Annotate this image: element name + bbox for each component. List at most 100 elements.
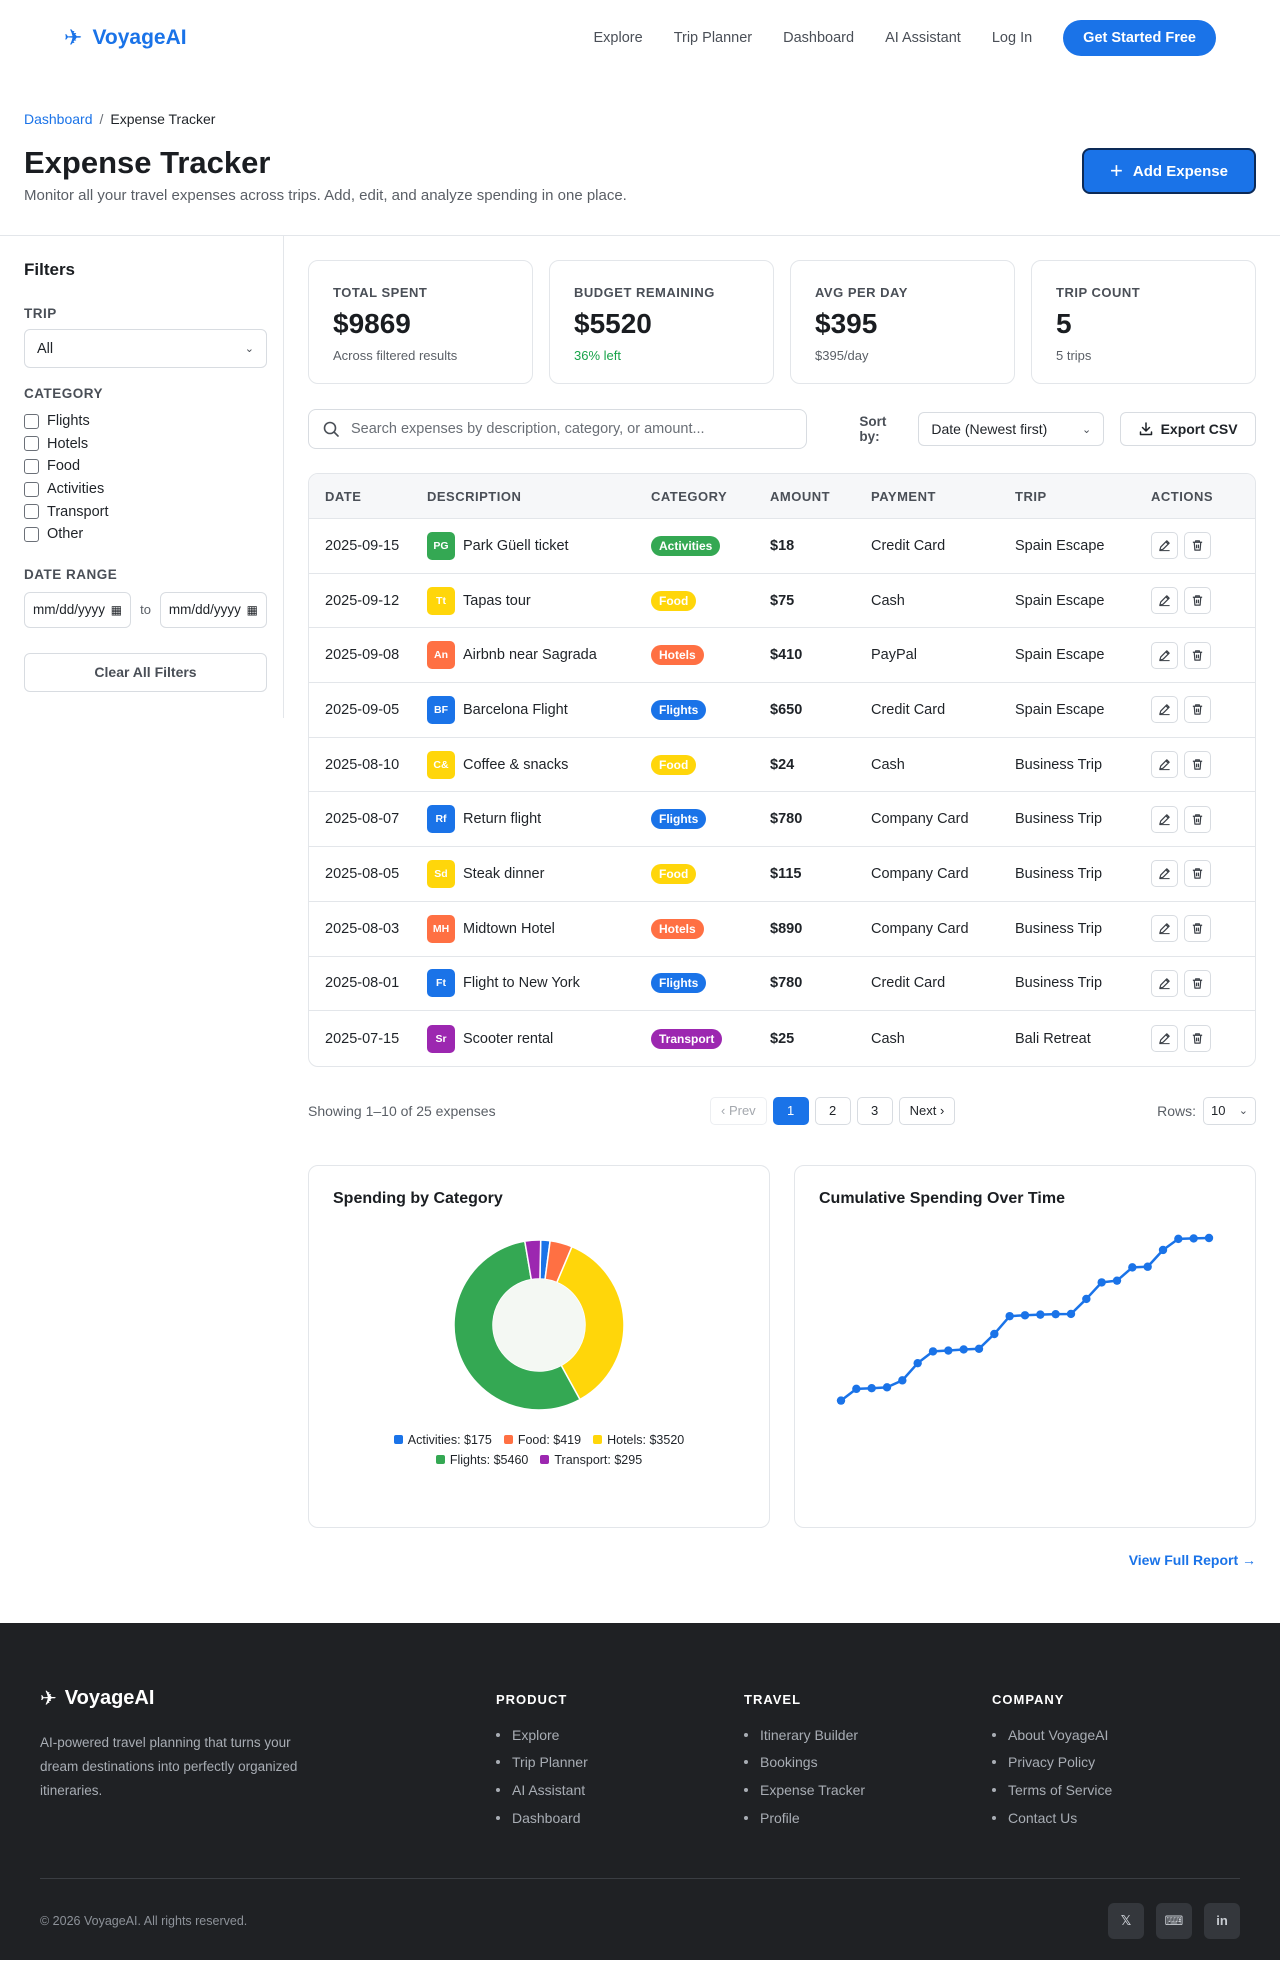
checkbox-box[interactable]	[24, 504, 39, 520]
line-point[interactable]	[1112, 1276, 1122, 1285]
legend-item-food[interactable]: Food: $419	[503, 1433, 581, 1447]
footer-link[interactable]: Contact Us	[1008, 1804, 1240, 1832]
line-point[interactable]	[836, 1396, 846, 1405]
trash-icon[interactable]	[1184, 696, 1211, 724]
line-point[interactable]	[959, 1345, 968, 1354]
checkbox-box[interactable]	[24, 413, 39, 429]
line-point[interactable]	[882, 1382, 892, 1392]
footer-link[interactable]: Dashboard	[512, 1804, 744, 1832]
line-point[interactable]	[1036, 1310, 1045, 1319]
page-button-3[interactable]: 3	[856, 1096, 893, 1125]
checkbox-box[interactable]	[24, 526, 39, 542]
next-page-button[interactable]: Next ›	[898, 1096, 956, 1125]
nav-link-explore[interactable]: Explore	[594, 30, 643, 46]
checkbox-box[interactable]	[24, 458, 39, 474]
edit-icon[interactable]	[1151, 969, 1178, 997]
trash-icon[interactable]	[1184, 532, 1211, 560]
line-point[interactable]	[1005, 1311, 1014, 1321]
search-input[interactable]: Search expenses by description, category…	[308, 409, 808, 449]
trash-icon[interactable]	[1184, 915, 1211, 943]
line-point[interactable]	[1066, 1309, 1076, 1319]
line-point[interactable]	[1158, 1245, 1168, 1255]
legend-item-transport[interactable]: Transport: $295	[540, 1453, 642, 1467]
category-checkbox-flights[interactable]: Flights	[24, 410, 267, 433]
trip-select[interactable]: All ⌄	[24, 329, 267, 368]
clear-filters-button[interactable]: Clear All Filters	[24, 652, 267, 692]
col-amount[interactable]: AMOUNT	[770, 489, 871, 504]
legend-item-flights[interactable]: Flights: $5460	[435, 1453, 528, 1467]
line-point[interactable]	[913, 1358, 922, 1368]
line-point[interactable]	[990, 1329, 999, 1339]
footer-link[interactable]: Expense Tracker	[760, 1776, 992, 1804]
breadcrumb-dashboard-link[interactable]: Dashboard	[24, 111, 93, 127]
add-expense-button[interactable]: + Add Expense	[1082, 148, 1256, 194]
legend-item-activities[interactable]: Activities: $175	[393, 1433, 492, 1447]
line-point[interactable]	[898, 1376, 907, 1385]
x-social-icon[interactable]: 𝕏	[1108, 1902, 1144, 1939]
edit-icon[interactable]	[1151, 532, 1178, 560]
linkedin-social-icon[interactable]: in	[1204, 1902, 1240, 1939]
export-csv-button[interactable]: Export CSV	[1120, 412, 1256, 446]
category-checkbox-hotels[interactable]: Hotels	[24, 433, 267, 456]
line-point[interactable]	[1097, 1278, 1106, 1287]
date-from-input[interactable]: mm/dd/yyyy ▦	[24, 591, 132, 628]
line-point[interactable]	[1020, 1310, 1030, 1320]
edit-icon[interactable]	[1151, 1025, 1178, 1053]
edit-icon[interactable]	[1151, 915, 1178, 943]
line-point[interactable]	[852, 1384, 861, 1393]
trash-icon[interactable]	[1184, 751, 1211, 779]
legend-item-hotels[interactable]: Hotels: $3520	[593, 1433, 684, 1447]
footer-link[interactable]: Trip Planner	[512, 1749, 744, 1777]
col-description[interactable]: DESCRIPTION	[427, 489, 651, 504]
brand-logo[interactable]: ✈ VoyageAI	[64, 25, 187, 51]
trash-icon[interactable]	[1184, 969, 1211, 997]
category-checkbox-transport[interactable]: Transport	[24, 500, 267, 523]
edit-icon[interactable]	[1151, 641, 1178, 669]
get-started-button[interactable]: Get Started Free	[1063, 20, 1216, 56]
footer-link[interactable]: Terms of Service	[1008, 1776, 1240, 1804]
calendar-icon[interactable]: ▦	[247, 603, 258, 617]
line-point[interactable]	[1189, 1234, 1198, 1243]
trash-icon[interactable]	[1184, 641, 1211, 669]
trash-icon[interactable]	[1184, 587, 1211, 615]
sort-select[interactable]: Date (Newest first) ⌄	[918, 412, 1105, 446]
edit-icon[interactable]	[1151, 805, 1178, 833]
calendar-icon[interactable]: ▦	[111, 603, 122, 617]
line-point[interactable]	[974, 1344, 984, 1353]
footer-link[interactable]: Itinerary Builder	[760, 1721, 992, 1749]
line-point[interactable]	[1174, 1234, 1183, 1243]
category-checkbox-food[interactable]: Food	[24, 455, 267, 478]
col-payment[interactable]: PAYMENT	[871, 489, 1015, 504]
nav-link-dashboard[interactable]: Dashboard	[783, 30, 854, 46]
footer-link[interactable]: Privacy Policy	[1008, 1749, 1240, 1777]
github-social-icon[interactable]: ⌨	[1156, 1902, 1192, 1939]
nav-link-login[interactable]: Log In	[992, 30, 1032, 46]
trash-icon[interactable]	[1184, 1025, 1211, 1053]
line-point[interactable]	[944, 1346, 953, 1355]
footer-link[interactable]: Explore	[512, 1721, 744, 1749]
line-point[interactable]	[928, 1347, 938, 1356]
footer-logo[interactable]: ✈ VoyageAI	[40, 1686, 496, 1711]
nav-link-ai-assistant[interactable]: AI Assistant	[885, 30, 961, 46]
col-category[interactable]: CATEGORY	[651, 489, 770, 504]
edit-icon[interactable]	[1151, 860, 1178, 888]
edit-icon[interactable]	[1151, 587, 1178, 615]
edit-icon[interactable]	[1151, 696, 1178, 724]
trash-icon[interactable]	[1184, 805, 1211, 833]
line-point[interactable]	[1128, 1263, 1137, 1272]
view-full-report-link[interactable]: View Full Report →	[308, 1552, 1256, 1568]
footer-link[interactable]: Profile	[760, 1804, 992, 1832]
rows-per-page-select[interactable]: 10 ⌄	[1203, 1096, 1256, 1125]
footer-link[interactable]: Bookings	[760, 1749, 992, 1777]
line-point[interactable]	[1082, 1294, 1091, 1304]
page-button-2[interactable]: 2	[814, 1096, 851, 1125]
footer-link[interactable]: About VoyageAI	[1008, 1721, 1240, 1749]
checkbox-box[interactable]	[24, 436, 39, 452]
line-point[interactable]	[867, 1383, 876, 1393]
col-trip[interactable]: TRIP	[1015, 489, 1151, 504]
nav-link-trip-planner[interactable]: Trip Planner	[674, 30, 752, 46]
category-checkbox-activities[interactable]: Activities	[24, 478, 267, 501]
line-point[interactable]	[1204, 1233, 1214, 1243]
prev-page-button[interactable]: ‹ Prev	[710, 1096, 767, 1125]
col-date[interactable]: DATE	[309, 489, 427, 504]
